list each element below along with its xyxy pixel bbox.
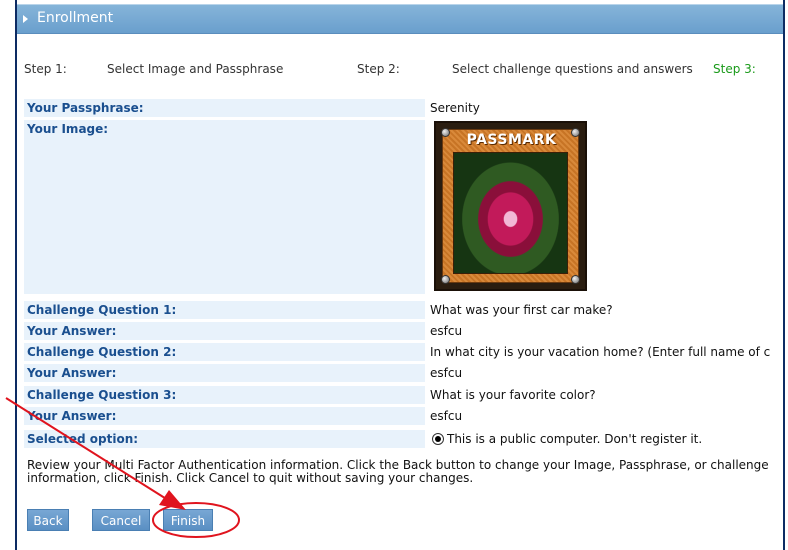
enrollment-panel: Enrollment Step 1: Select Image and Pass… (15, 0, 785, 550)
answer-3-value: esfcu (430, 409, 463, 423)
answer-3-row: Your Answer: esfcu (24, 407, 783, 425)
screw-icon (441, 128, 450, 137)
selected-option-value: This is a public computer. Don't registe… (430, 430, 783, 448)
selected-option-text: This is a public computer. Don't registe… (447, 432, 703, 446)
tulip-photo (453, 152, 568, 274)
challenge-question-2-row: Challenge Question 2: In what city is yo… (24, 343, 783, 361)
step-1-label: Step 1: (24, 62, 67, 76)
passphrase-label: Your Passphrase: (24, 99, 425, 117)
passphrase-value: Serenity (430, 101, 480, 115)
challenge-question-2-value: In what city is your vacation home? (Ent… (430, 345, 771, 359)
answer-2-row: Your Answer: esfcu (24, 364, 783, 382)
passphrase-row: Your Passphrase: Serenity (24, 99, 783, 117)
answer-2-value: esfcu (430, 366, 463, 380)
screw-icon (441, 275, 450, 284)
cancel-button[interactable]: Cancel (92, 509, 150, 531)
passmark-frame: PASSMARK (442, 129, 579, 283)
review-instructions: Review your Multi Factor Authentication … (27, 459, 783, 485)
page-title: Enrollment (37, 10, 114, 26)
step-2-label: Step 2: (357, 62, 400, 76)
challenge-question-1-value: What was your first car make? (430, 303, 613, 317)
answer-1-label: Your Answer: (24, 322, 425, 340)
challenge-question-3-value: What is your favorite color? (430, 388, 596, 402)
image-label: Your Image: (24, 120, 425, 294)
answer-2-label: Your Answer: (24, 364, 425, 382)
selected-option-label: Selected option: (24, 430, 425, 448)
finish-button[interactable]: Finish (163, 509, 213, 531)
answer-3-label: Your Answer: (24, 407, 425, 425)
passmark-image: PASSMARK (434, 121, 587, 291)
challenge-question-3-label: Challenge Question 3: (24, 386, 425, 404)
answer-1-value: esfcu (430, 324, 463, 338)
back-button[interactable]: Back (27, 509, 69, 531)
review-line-2: information, click Finish. Click Cancel … (27, 471, 474, 485)
passmark-logo: PASSMARK (466, 132, 557, 148)
challenge-question-1-label: Challenge Question 1: (24, 301, 425, 319)
radio-selected-icon[interactable] (432, 433, 444, 445)
step-1-text: Select Image and Passphrase (107, 62, 284, 76)
step-3-label: Step 3: (713, 62, 756, 76)
screw-icon (571, 275, 580, 284)
answer-1-row: Your Answer: esfcu (24, 322, 783, 340)
challenge-question-2-label: Challenge Question 2: (24, 343, 425, 361)
title-bar[interactable]: Enrollment (17, 4, 783, 34)
challenge-question-1-row: Challenge Question 1: What was your firs… (24, 301, 783, 319)
challenge-question-3-row: Challenge Question 3: What is your favor… (24, 386, 783, 404)
screw-icon (571, 128, 580, 137)
selected-option-row: Selected option: This is a public comput… (24, 430, 783, 448)
expand-arrow-icon[interactable] (23, 15, 28, 23)
step-2-text: Select challenge questions and answers (452, 62, 693, 76)
image-row: Your Image: (24, 120, 783, 294)
